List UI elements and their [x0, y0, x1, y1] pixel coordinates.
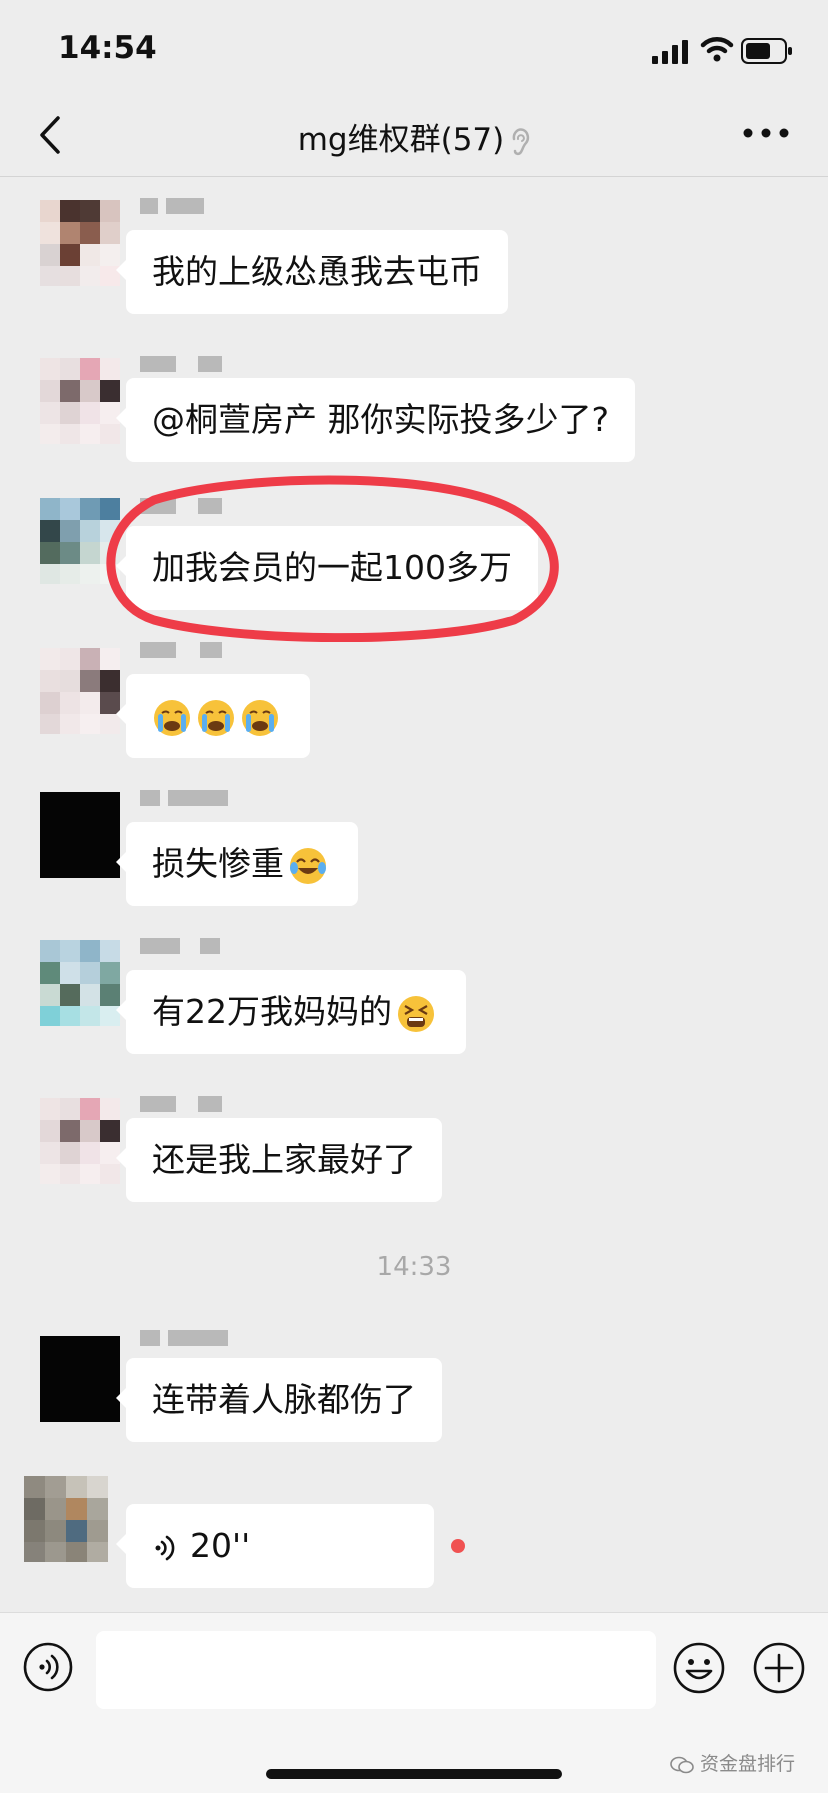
tears-of-joy-icon: [290, 847, 326, 884]
voice-wave-icon: [155, 1535, 175, 1560]
message-text: 损失惨重: [152, 844, 284, 883]
wifi-icon: [700, 37, 734, 62]
status-bar: 14:54: [0, 0, 828, 100]
avatar[interactable]: [40, 648, 120, 734]
message-bubble[interactable]: [116, 674, 310, 758]
voice-toggle-icon[interactable]: [22, 1641, 74, 1693]
loudly-crying-face-icon: [198, 699, 234, 736]
sender-name: [140, 1096, 230, 1112]
more-dots-icon[interactable]: [742, 127, 790, 139]
sender-name: [140, 790, 230, 806]
avatar[interactable]: [40, 358, 120, 444]
sender-name: [140, 938, 230, 954]
watermark: 资金盘排行: [670, 1749, 795, 1776]
message-bubble[interactable]: 还是我上家最好了: [116, 1118, 442, 1202]
cellular-signal-icon: [652, 40, 688, 64]
smiley-icon[interactable]: [672, 1641, 726, 1695]
message-text: @桐萱房产 那你实际投多少了?: [152, 400, 610, 439]
sender-name: [140, 1480, 230, 1496]
unread-dot: [451, 1539, 465, 1553]
sender-name: [140, 198, 230, 214]
status-time: 14:54: [58, 30, 157, 66]
avatar[interactable]: [40, 792, 120, 878]
message-bubble[interactable]: @桐萱房产 那你实际投多少了?: [115, 378, 636, 462]
battery-icon: [741, 38, 792, 64]
message-text: 有22万我妈妈的: [152, 992, 392, 1031]
ear-icon: [512, 127, 530, 155]
chat-title: mg维权群(57): [0, 114, 828, 159]
message-bubble[interactable]: 我的上级怂恿我去屯币: [116, 230, 508, 314]
sender-name: [140, 642, 230, 658]
loudly-crying-face-icon: [242, 699, 278, 736]
home-indicator[interactable]: [266, 1769, 562, 1779]
group-name: mg维权群(57): [297, 122, 505, 158]
voice-message-bubble[interactable]: 20'': [116, 1504, 434, 1588]
sender-name: [140, 1330, 230, 1346]
avatar[interactable]: [24, 1476, 108, 1562]
sender-name: [140, 356, 230, 372]
tired-face-icon: [398, 995, 434, 1032]
red-highlight-circle: [106, 475, 559, 642]
avatar[interactable]: [40, 940, 120, 1026]
avatar[interactable]: [40, 1336, 120, 1422]
message-input[interactable]: [96, 1631, 656, 1709]
avatar[interactable]: [40, 1098, 120, 1184]
input-bar: 资金盘排行: [0, 1612, 828, 1793]
loudly-crying-face-icon: [154, 699, 190, 736]
message-text: 还是我上家最好了: [152, 1140, 416, 1179]
watermark-text: 资金盘排行: [700, 1753, 796, 1775]
message-bubble[interactable]: 有22万我妈妈的: [116, 970, 466, 1054]
avatar[interactable]: [40, 200, 120, 286]
message-text: 连带着人脉都伤了: [152, 1380, 416, 1419]
message-text: 我的上级怂恿我去屯币: [152, 252, 482, 291]
chat-header: mg维权群(57): [0, 100, 828, 176]
time-separator: 14:33: [376, 1252, 452, 1282]
wechat-icon: [670, 1756, 694, 1773]
plus-icon[interactable]: [752, 1641, 806, 1695]
voice-duration: 20'': [190, 1526, 251, 1565]
message-bubble[interactable]: 损失惨重: [116, 822, 358, 906]
header-divider: [0, 176, 828, 177]
message-bubble[interactable]: 连带着人脉都伤了: [116, 1358, 442, 1442]
